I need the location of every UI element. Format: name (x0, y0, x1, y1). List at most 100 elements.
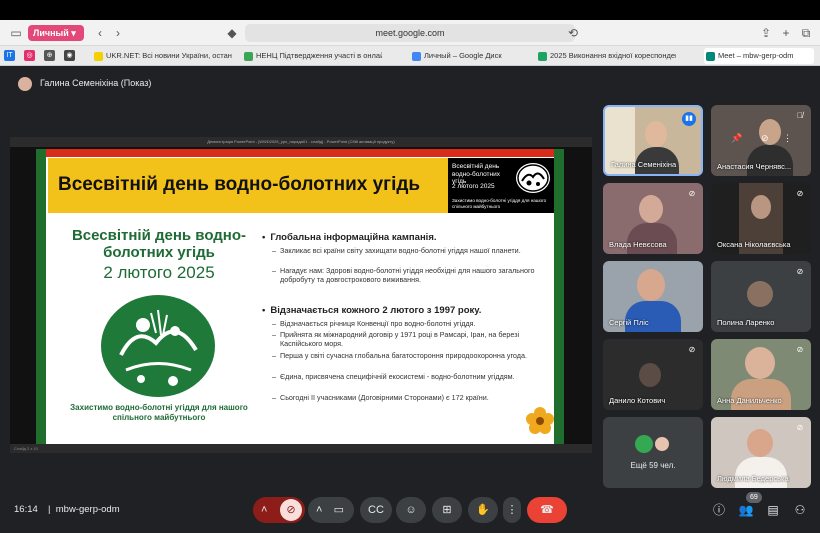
captions-icon: CC (368, 504, 384, 516)
url-text: meet.google.com (375, 28, 445, 38)
participant-tile[interactable]: ▮▮ Галина Семеніхіна (603, 105, 703, 176)
flower-icon (526, 407, 554, 435)
profile-button[interactable]: Личный ▾ (28, 25, 84, 41)
camera-icon: ▭ (333, 504, 344, 516)
chat-icon[interactable]: ▤ (765, 502, 781, 518)
captions-button[interactable]: CC (360, 497, 392, 523)
translate-icon[interactable]: ⟲ (565, 25, 581, 41)
heading-date: Відзначається кожного 2 лютого з 1997 ро… (262, 305, 481, 316)
presenter-label: Галина Семеніхіна (Показ) (40, 78, 152, 88)
participant-name: Сергій Пліс (609, 318, 649, 327)
participant-name: Анастасия Чернявс... (717, 162, 792, 171)
participant-video (639, 363, 661, 387)
participant-tile[interactable]: Сергій Пліс (603, 261, 703, 332)
bullet-item: Перша у світі сучасна глобальна багатост… (272, 351, 548, 361)
slide-banner: Всесвітній день водно-болотних угідь (48, 158, 448, 213)
more-participants-label: Ещё 59 чел. (630, 461, 676, 470)
mic-off-icon: ⊘ (688, 345, 696, 354)
tab-sheets[interactable]: 2025 Виконання вхідної кореспонден... (536, 48, 676, 64)
profile-label: Личный (33, 28, 69, 38)
presenter-header: Галина Семеніхіна (Показ) (12, 73, 810, 95)
present-button[interactable]: ⊞ (432, 497, 462, 523)
presentation-stage[interactable]: Демонстрація PowerPoint - [WWD2025_уро_н… (10, 137, 592, 453)
participant-tile[interactable]: 🎙̸ 📌 ⊘ ⋮ Анастасия Чернявс... (711, 105, 811, 176)
left-slogan: Захистимо водно-болотні угіддя для нашог… (70, 403, 248, 422)
wetland-globe-icon (516, 163, 550, 193)
favicon-icon (244, 52, 253, 61)
people-icon[interactable]: 👥 (738, 502, 754, 518)
meeting-controls: 16:14 | mbw-gerp-odm ˄ ⊘ ˄ ▭ CC ☺ ⊞ ✋ ⋮ … (0, 488, 820, 533)
participant-name: Галина Семеніхіна (611, 160, 677, 169)
more-options-icon: ⋮ (506, 504, 518, 516)
bullet-item: Єдина, присвячена специфічній екосистемі… (272, 372, 548, 382)
avatar (747, 281, 773, 307)
participant-count-badge: 69 (746, 492, 762, 503)
participant-name: Людмила Бедерська (717, 474, 789, 483)
tab-drive[interactable]: Личный – Google Диск (410, 48, 530, 64)
info-icon[interactable]: ⓘ (711, 502, 727, 518)
bullet-item: Закликає всі країни світу захищати водно… (272, 246, 548, 256)
mic-toggle-button[interactable]: ˄ ⊘ (253, 497, 305, 523)
url-bar[interactable]: meet.google.com (245, 24, 575, 42)
participant-tile[interactable]: ⊘ Оксана Ніколаєвська (711, 183, 811, 254)
emoji-button[interactable]: ☺ (396, 497, 426, 523)
mic-off-icon: ⊘ (796, 345, 804, 354)
participant-video (637, 269, 665, 301)
avatar (653, 435, 671, 453)
back-icon[interactable]: ‹ (92, 25, 108, 41)
activities-icon[interactable]: ⚇ (792, 502, 808, 518)
avatar (18, 77, 32, 91)
participant-name: Данило Котович (609, 396, 666, 405)
meeting-code-text: mbw-gerp-odm (55, 504, 120, 515)
camera-toggle-button[interactable]: ˄ ▭ (308, 497, 354, 523)
pinned-tab-icon[interactable]: ◉ (64, 50, 75, 61)
pin-icon[interactable]: 📌 (731, 133, 742, 144)
hang-up-icon: ☎ (540, 504, 554, 516)
new-tab-icon[interactable]: + (778, 25, 794, 41)
instagram-icon[interactable]: ◎ (24, 50, 35, 61)
more-participants-tile[interactable]: Ещё 59 чел. (603, 417, 703, 488)
participant-video (747, 429, 773, 457)
banner-title: Всесвітній день водно-болотних угідь (58, 174, 421, 195)
hand-icon: ✋ (476, 504, 490, 516)
shield-icon[interactable]: ◆ (224, 25, 240, 41)
mic-off-icon: ⊘ (796, 189, 804, 198)
clock: 16:14 (14, 504, 38, 515)
chevron-up-icon[interactable]: ˄ (261, 497, 267, 523)
more-options-icon[interactable]: ⋮ (783, 133, 792, 144)
leave-call-button[interactable]: ☎ (527, 497, 567, 523)
participant-tile[interactable]: ⊘ Влада Невєсова (603, 183, 703, 254)
heading-campaign: Глобальна інформаційна кампанія. (262, 232, 436, 243)
sidebar-toggle-icon[interactable]: ▭ (8, 25, 24, 41)
wwd-logo: Всесвітній день водно-болотних угідь 2 л… (448, 158, 554, 213)
participant-tile[interactable]: ⊘ Анна Данильченко (711, 339, 811, 410)
forward-icon[interactable]: › (110, 25, 126, 41)
share-icon[interactable]: ⇪ (758, 25, 774, 41)
present-icon: ⊞ (442, 504, 452, 516)
ppt-window-title: Демонстрація PowerPoint - [WWD2025_уро_н… (10, 137, 592, 147)
tab-meet[interactable]: Meet – mbw-gerp-odm (704, 48, 814, 64)
meeting-code: | mbw-gerp-odm (48, 504, 120, 515)
tab-nenc[interactable]: НЕНЦ Підтвердження участі в онлайн... (242, 48, 382, 64)
favicon-icon (538, 52, 547, 61)
tab-ukrnet[interactable]: UKR.NET: Всі новини України, останні... (92, 48, 232, 64)
bullet-item: Нагадує нам: Здорові водно-болотні угідд… (272, 266, 548, 284)
pinned-tab-icon[interactable]: IT (4, 50, 15, 61)
tab-overview-icon[interactable]: ⧉ (798, 25, 814, 41)
chevron-up-icon[interactable]: ˄ (316, 497, 322, 523)
mic-off-icon: ⊘ (796, 423, 804, 432)
ppt-status-bar: Слайд 2 з 10 (10, 444, 592, 453)
participant-tile[interactable]: ⊘ Людмила Бедерська (711, 417, 811, 488)
participant-tile[interactable]: ⊘ Полина Ларенко (711, 261, 811, 332)
left-date: 2 лютого 2025 (103, 263, 215, 282)
participant-tile[interactable]: ⊘ Данило Котович (603, 339, 703, 410)
participant-name: Анна Данильченко (717, 396, 782, 405)
tabs-bar: IT ◎ ⊕ ◉ UKR.NET: Всі новини України, ос… (0, 46, 820, 66)
mic-off-icon[interactable]: ⊘ (761, 133, 769, 144)
speaking-icon: ▮▮ (682, 112, 696, 126)
wetland-globe-icon (101, 295, 215, 397)
more-options-button[interactable]: ⋮ (503, 497, 521, 523)
browser-toolbar: ▭ Личный ▾ ‹ › ◆ meet.google.com ⟲ ⇪ + ⧉ (0, 20, 820, 46)
pinned-tab-icon[interactable]: ⊕ (44, 50, 55, 61)
raise-hand-button[interactable]: ✋ (468, 497, 498, 523)
